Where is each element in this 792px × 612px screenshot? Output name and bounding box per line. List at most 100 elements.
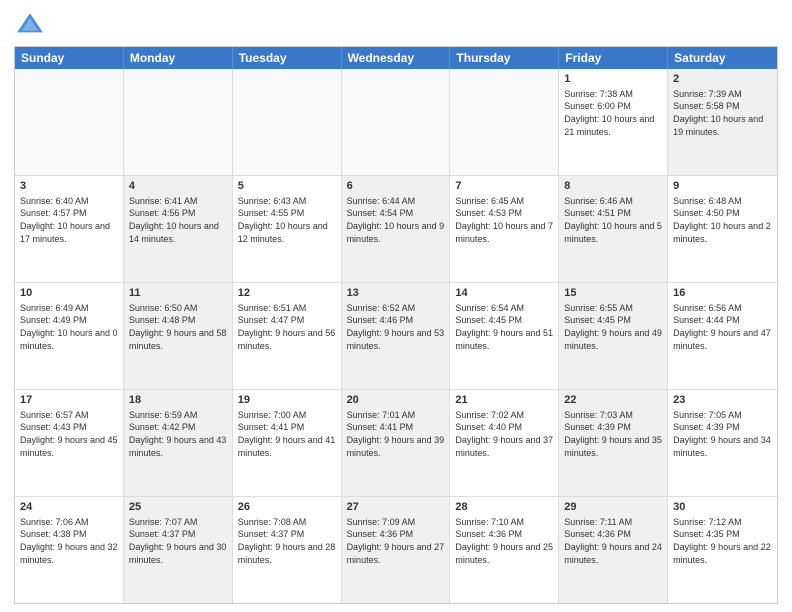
day-info: Sunrise: 6:46 AM Sunset: 4:51 PM Dayligh…	[564, 195, 662, 245]
calendar-row: 17Sunrise: 6:57 AM Sunset: 4:43 PM Dayli…	[15, 390, 777, 497]
calendar-cell: 4Sunrise: 6:41 AM Sunset: 4:56 PM Daylig…	[124, 176, 233, 282]
calendar-body: 1Sunrise: 7:38 AM Sunset: 6:00 PM Daylig…	[15, 69, 777, 603]
day-info: Sunrise: 7:00 AM Sunset: 4:41 PM Dayligh…	[238, 409, 336, 459]
calendar-cell: 18Sunrise: 6:59 AM Sunset: 4:42 PM Dayli…	[124, 390, 233, 496]
day-info: Sunrise: 7:07 AM Sunset: 4:37 PM Dayligh…	[129, 516, 227, 566]
calendar-cell: 28Sunrise: 7:10 AM Sunset: 4:36 PM Dayli…	[450, 497, 559, 603]
calendar-cell: 20Sunrise: 7:01 AM Sunset: 4:41 PM Dayli…	[342, 390, 451, 496]
calendar-cell: 5Sunrise: 6:43 AM Sunset: 4:55 PM Daylig…	[233, 176, 342, 282]
day-number: 3	[20, 179, 118, 194]
day-info: Sunrise: 6:49 AM Sunset: 4:49 PM Dayligh…	[20, 302, 118, 352]
weekday-header: Sunday	[15, 47, 124, 69]
day-info: Sunrise: 6:43 AM Sunset: 4:55 PM Dayligh…	[238, 195, 336, 245]
day-info: Sunrise: 6:50 AM Sunset: 4:48 PM Dayligh…	[129, 302, 227, 352]
header	[14, 10, 778, 42]
day-info: Sunrise: 6:52 AM Sunset: 4:46 PM Dayligh…	[347, 302, 445, 352]
day-number: 8	[564, 179, 662, 194]
day-info: Sunrise: 7:38 AM Sunset: 6:00 PM Dayligh…	[564, 88, 662, 138]
logo	[14, 10, 50, 42]
calendar-cell: 17Sunrise: 6:57 AM Sunset: 4:43 PM Dayli…	[15, 390, 124, 496]
calendar-cell: 24Sunrise: 7:06 AM Sunset: 4:38 PM Dayli…	[15, 497, 124, 603]
page: SundayMondayTuesdayWednesdayThursdayFrid…	[0, 0, 792, 612]
day-number: 19	[238, 393, 336, 408]
day-info: Sunrise: 6:41 AM Sunset: 4:56 PM Dayligh…	[129, 195, 227, 245]
day-number: 4	[129, 179, 227, 194]
day-number: 7	[455, 179, 553, 194]
calendar-cell: 27Sunrise: 7:09 AM Sunset: 4:36 PM Dayli…	[342, 497, 451, 603]
calendar-row: 1Sunrise: 7:38 AM Sunset: 6:00 PM Daylig…	[15, 69, 777, 176]
day-number: 30	[673, 500, 772, 515]
day-info: Sunrise: 6:59 AM Sunset: 4:42 PM Dayligh…	[129, 409, 227, 459]
calendar-cell: 30Sunrise: 7:12 AM Sunset: 4:35 PM Dayli…	[668, 497, 777, 603]
day-number: 9	[673, 179, 772, 194]
calendar-header: SundayMondayTuesdayWednesdayThursdayFrid…	[15, 47, 777, 69]
calendar-cell: 12Sunrise: 6:51 AM Sunset: 4:47 PM Dayli…	[233, 283, 342, 389]
calendar-cell	[450, 69, 559, 175]
day-number: 28	[455, 500, 553, 515]
day-info: Sunrise: 7:01 AM Sunset: 4:41 PM Dayligh…	[347, 409, 445, 459]
day-number: 13	[347, 286, 445, 301]
calendar-cell: 3Sunrise: 6:40 AM Sunset: 4:57 PM Daylig…	[15, 176, 124, 282]
calendar-cell	[15, 69, 124, 175]
day-info: Sunrise: 6:44 AM Sunset: 4:54 PM Dayligh…	[347, 195, 445, 245]
calendar-cell: 25Sunrise: 7:07 AM Sunset: 4:37 PM Dayli…	[124, 497, 233, 603]
day-number: 14	[455, 286, 553, 301]
calendar-cell: 1Sunrise: 7:38 AM Sunset: 6:00 PM Daylig…	[559, 69, 668, 175]
calendar-cell: 19Sunrise: 7:00 AM Sunset: 4:41 PM Dayli…	[233, 390, 342, 496]
day-number: 17	[20, 393, 118, 408]
calendar-cell: 6Sunrise: 6:44 AM Sunset: 4:54 PM Daylig…	[342, 176, 451, 282]
day-number: 29	[564, 500, 662, 515]
weekday-header: Wednesday	[342, 47, 451, 69]
day-info: Sunrise: 7:06 AM Sunset: 4:38 PM Dayligh…	[20, 516, 118, 566]
day-info: Sunrise: 7:12 AM Sunset: 4:35 PM Dayligh…	[673, 516, 772, 566]
day-number: 1	[564, 72, 662, 87]
calendar-cell	[233, 69, 342, 175]
day-number: 12	[238, 286, 336, 301]
day-number: 27	[347, 500, 445, 515]
day-info: Sunrise: 7:03 AM Sunset: 4:39 PM Dayligh…	[564, 409, 662, 459]
day-number: 10	[20, 286, 118, 301]
day-number: 2	[673, 72, 772, 87]
calendar-cell: 26Sunrise: 7:08 AM Sunset: 4:37 PM Dayli…	[233, 497, 342, 603]
calendar-cell: 10Sunrise: 6:49 AM Sunset: 4:49 PM Dayli…	[15, 283, 124, 389]
day-info: Sunrise: 6:51 AM Sunset: 4:47 PM Dayligh…	[238, 302, 336, 352]
day-info: Sunrise: 7:09 AM Sunset: 4:36 PM Dayligh…	[347, 516, 445, 566]
day-number: 15	[564, 286, 662, 301]
calendar-cell: 15Sunrise: 6:55 AM Sunset: 4:45 PM Dayli…	[559, 283, 668, 389]
calendar: SundayMondayTuesdayWednesdayThursdayFrid…	[14, 46, 778, 604]
calendar-row: 10Sunrise: 6:49 AM Sunset: 4:49 PM Dayli…	[15, 283, 777, 390]
day-number: 21	[455, 393, 553, 408]
calendar-cell: 11Sunrise: 6:50 AM Sunset: 4:48 PM Dayli…	[124, 283, 233, 389]
day-number: 23	[673, 393, 772, 408]
day-number: 5	[238, 179, 336, 194]
day-number: 24	[20, 500, 118, 515]
calendar-cell: 8Sunrise: 6:46 AM Sunset: 4:51 PM Daylig…	[559, 176, 668, 282]
calendar-cell: 13Sunrise: 6:52 AM Sunset: 4:46 PM Dayli…	[342, 283, 451, 389]
day-info: Sunrise: 7:39 AM Sunset: 5:58 PM Dayligh…	[673, 88, 772, 138]
weekday-header: Thursday	[450, 47, 559, 69]
weekday-header: Tuesday	[233, 47, 342, 69]
day-number: 22	[564, 393, 662, 408]
day-number: 18	[129, 393, 227, 408]
day-info: Sunrise: 6:40 AM Sunset: 4:57 PM Dayligh…	[20, 195, 118, 245]
logo-icon	[14, 10, 46, 42]
day-number: 25	[129, 500, 227, 515]
day-info: Sunrise: 6:55 AM Sunset: 4:45 PM Dayligh…	[564, 302, 662, 352]
day-info: Sunrise: 7:10 AM Sunset: 4:36 PM Dayligh…	[455, 516, 553, 566]
weekday-header: Monday	[124, 47, 233, 69]
day-info: Sunrise: 6:48 AM Sunset: 4:50 PM Dayligh…	[673, 195, 772, 245]
day-info: Sunrise: 6:54 AM Sunset: 4:45 PM Dayligh…	[455, 302, 553, 352]
day-info: Sunrise: 6:45 AM Sunset: 4:53 PM Dayligh…	[455, 195, 553, 245]
calendar-cell	[124, 69, 233, 175]
calendar-cell	[342, 69, 451, 175]
day-number: 16	[673, 286, 772, 301]
calendar-cell: 16Sunrise: 6:56 AM Sunset: 4:44 PM Dayli…	[668, 283, 777, 389]
day-info: Sunrise: 7:05 AM Sunset: 4:39 PM Dayligh…	[673, 409, 772, 459]
calendar-cell: 21Sunrise: 7:02 AM Sunset: 4:40 PM Dayli…	[450, 390, 559, 496]
calendar-cell: 7Sunrise: 6:45 AM Sunset: 4:53 PM Daylig…	[450, 176, 559, 282]
day-number: 6	[347, 179, 445, 194]
calendar-row: 3Sunrise: 6:40 AM Sunset: 4:57 PM Daylig…	[15, 176, 777, 283]
day-info: Sunrise: 7:11 AM Sunset: 4:36 PM Dayligh…	[564, 516, 662, 566]
day-info: Sunrise: 6:56 AM Sunset: 4:44 PM Dayligh…	[673, 302, 772, 352]
calendar-cell: 14Sunrise: 6:54 AM Sunset: 4:45 PM Dayli…	[450, 283, 559, 389]
